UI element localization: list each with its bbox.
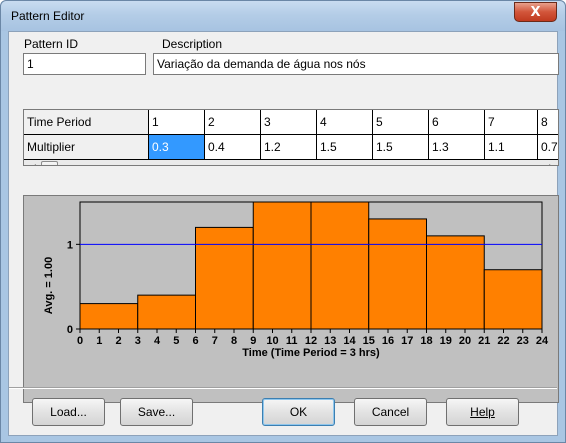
- x-tick-label: 5: [173, 335, 179, 347]
- multiplier-cell[interactable]: 1.5: [373, 135, 429, 160]
- multiplier-cell[interactable]: 1.2: [261, 135, 317, 160]
- pattern-id-label: Pattern ID: [24, 37, 79, 51]
- y-tick-label: 0: [67, 324, 73, 336]
- period-cell: 2: [205, 110, 261, 135]
- x-tick-label: 11: [286, 335, 298, 347]
- bar: [310, 201, 370, 330]
- x-tick-label: 15: [363, 335, 375, 347]
- button-divider: [9, 387, 557, 389]
- multiplier-cell[interactable]: 1.5: [317, 135, 373, 160]
- x-tick-label: 3: [135, 335, 141, 347]
- y-tick-label: 1: [67, 239, 73, 251]
- x-tick-label: 6: [192, 335, 198, 347]
- scroll-right-icon[interactable]: ▶: [549, 162, 556, 165]
- x-tick-label: 12: [305, 335, 317, 347]
- x-tick-label: 20: [459, 335, 471, 347]
- x-tick-label: 0: [77, 335, 83, 347]
- scroll-left-icon[interactable]: ◀: [29, 162, 36, 165]
- x-tick-label: 14: [343, 335, 356, 347]
- x-tick-label: 21: [478, 335, 490, 347]
- multiplier-cell[interactable]: 0.3: [149, 135, 205, 160]
- row-header-multiplier: Multiplier: [24, 135, 149, 160]
- grid-row-multiplier: Multiplier 0.3 0.4 1.2 1.5 1.5 1.3 1.1 0.7: [24, 135, 558, 160]
- x-tick-label: 2: [115, 335, 121, 347]
- description-label: Description: [162, 37, 223, 51]
- close-icon: X: [530, 4, 541, 20]
- bar: [252, 201, 312, 330]
- cancel-button[interactable]: Cancel: [354, 398, 427, 426]
- pattern-id-input[interactable]: 1: [23, 53, 146, 75]
- bar: [426, 235, 485, 330]
- scroll-thumb[interactable]: [41, 161, 58, 165]
- pattern-chart: 0 1 2 3 4 5 6 7 8 9 10 11 12 13 14 15 16 17 18 19 20 21 22 23 24…: [23, 195, 559, 403]
- period-cell: 6: [429, 110, 485, 135]
- bar: [483, 269, 543, 330]
- bar: [79, 303, 139, 330]
- close-button[interactable]: X: [514, 2, 557, 22]
- x-tick-label: 4: [154, 335, 161, 347]
- period-cell: 8: [538, 110, 558, 135]
- x-tick-label: 13: [324, 335, 336, 347]
- multiplier-grid[interactable]: Time Period 12345678 Multiplier 0.3 0.4 1.…: [23, 109, 559, 166]
- period-cell: 7: [485, 110, 538, 135]
- bar: [368, 218, 427, 330]
- x-tick-label: 23: [517, 335, 529, 347]
- save-button[interactable]: Save...: [120, 398, 193, 426]
- window-title: Pattern Editor: [11, 9, 85, 23]
- multiplier-cell[interactable]: 1.1: [485, 135, 538, 160]
- period-cell: 5: [373, 110, 429, 135]
- x-tick-label: 18: [420, 335, 432, 347]
- period-cell: 4: [317, 110, 373, 135]
- y-axis-label: Avg. = 1.00: [43, 257, 55, 314]
- x-tick-label: 16: [382, 335, 394, 347]
- description-input[interactable]: Variação da demanda de água nos nós: [153, 53, 559, 75]
- grid-row-time-period: Time Period 12345678: [24, 110, 558, 135]
- dialog-client-area: Pattern ID 1 Description Variação da dem…: [8, 31, 559, 436]
- row-header-time-period: Time Period: [24, 110, 149, 135]
- load-button[interactable]: Load...: [32, 398, 105, 426]
- x-tick-label: 10: [266, 335, 278, 347]
- x-tick-label: 1: [96, 335, 102, 347]
- multiplier-cell[interactable]: 1.3: [429, 135, 485, 160]
- bar: [137, 294, 196, 330]
- x-tick-label: 22: [497, 335, 509, 347]
- x-tick-label: 24: [536, 335, 549, 347]
- pattern-editor-window: Pattern Editor X Pattern ID 1 Descriptio…: [0, 0, 566, 443]
- x-tick-label: 9: [250, 335, 256, 347]
- grid-horizontal-scrollbar[interactable]: ◀ ▶: [24, 160, 558, 165]
- help-button[interactable]: Help: [446, 398, 519, 426]
- bar: [195, 226, 254, 330]
- title-bar[interactable]: Pattern Editor X: [1, 1, 565, 31]
- period-cell: 3: [261, 110, 317, 135]
- period-cell: 1: [149, 110, 205, 135]
- multiplier-cell[interactable]: 0.4: [205, 135, 261, 160]
- help-button-label: Help: [470, 405, 495, 419]
- multiplier-cell[interactable]: 0.7: [538, 135, 558, 160]
- x-tick-label: 17: [401, 335, 413, 347]
- x-tick-label: 7: [212, 335, 218, 347]
- x-tick-label: 8: [231, 335, 237, 347]
- x-axis-label: Time (Time Period = 3 hrs): [242, 347, 380, 359]
- ok-button[interactable]: OK: [262, 398, 335, 426]
- x-tick-label: 19: [440, 335, 452, 347]
- pattern-chart-svg: 0 1 2 3 4 5 6 7 8 9 10 11 12 13 14 15 16 17 18 19 20 21 22 23 24…: [43, 201, 549, 359]
